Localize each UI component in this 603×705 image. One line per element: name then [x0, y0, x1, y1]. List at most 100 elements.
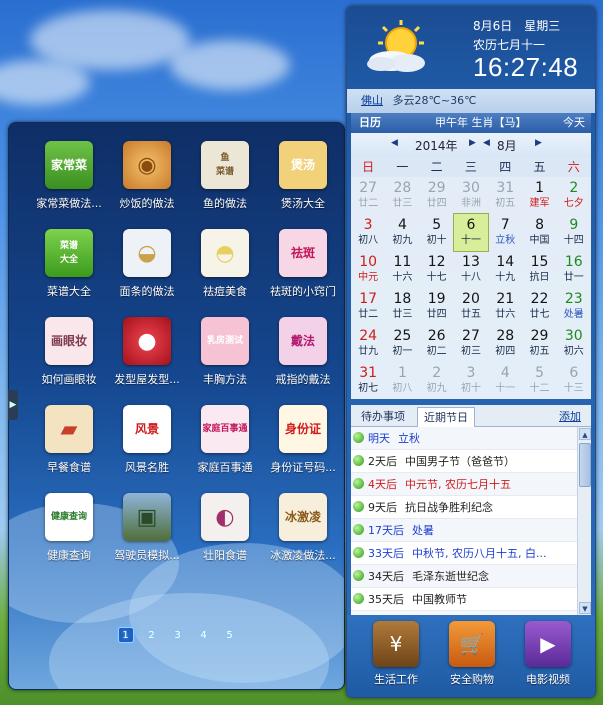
- calendar-day[interactable]: 20 廿五: [454, 288, 488, 325]
- calendar-day[interactable]: 1 初八: [385, 362, 419, 399]
- app-id-card[interactable]: 身份证 身份证号码...: [261, 405, 344, 485]
- fried-rice-icon: ◉: [123, 141, 171, 189]
- app-breakfast[interactable]: ▰ 早餐食谱: [27, 405, 111, 485]
- calendar-day[interactable]: 29 廿四: [420, 177, 454, 214]
- app-label: 壮阳食谱: [203, 549, 247, 562]
- list-item[interactable]: 17天后 处暑: [351, 519, 577, 542]
- app-recipe-book[interactable]: 菜谱 大全 菜谱大全: [27, 229, 111, 309]
- calendar-day[interactable]: 5 初十: [420, 214, 454, 251]
- breast-test-icon: 乳房测试: [201, 317, 249, 365]
- calendar-day[interactable]: 1 建军: [522, 177, 556, 214]
- calendar-day[interactable]: 28 廿三: [385, 177, 419, 214]
- calendar-day[interactable]: 13 十八: [454, 251, 488, 288]
- calendar-day[interactable]: 3 初十: [454, 362, 488, 399]
- prev-year-arrow-icon[interactable]: ◀: [391, 138, 398, 148]
- calendar-day[interactable]: 8 中国: [522, 214, 556, 251]
- calendar-day[interactable]: 14 十九: [488, 251, 522, 288]
- app-ice-cream[interactable]: 冰激凌 冰激凌做法...: [261, 493, 344, 573]
- page-button-5[interactable]: 5: [222, 628, 238, 644]
- calendar-day[interactable]: 3 初八: [351, 214, 385, 251]
- list-item[interactable]: 35天后 中国教师节: [351, 588, 577, 611]
- calendar-day[interactable]: 27 廿二: [351, 177, 385, 214]
- calendar-day[interactable]: 30 非洲: [454, 177, 488, 214]
- list-item[interactable]: 34天后 毛泽东逝世纪念: [351, 565, 577, 588]
- scroll-down-arrow-icon[interactable]: ▼: [579, 602, 591, 614]
- calendar-day[interactable]: 28 初四: [488, 325, 522, 362]
- app-driver-sim[interactable]: ▣ 驾驶员模拟...: [105, 493, 189, 573]
- calendar-day[interactable]: 31 初七: [351, 362, 385, 399]
- lunar-day: 抗日: [529, 272, 550, 283]
- calendar-day[interactable]: 11 十六: [385, 251, 419, 288]
- list-item[interactable]: 2天后 中国男子节（爸爸节）: [351, 450, 577, 473]
- tab-upcoming-festivals[interactable]: 近期节日: [417, 407, 475, 427]
- calendar-day[interactable]: 4 初九: [385, 214, 419, 251]
- app-ring[interactable]: 戴法 戒指的戴法: [261, 317, 344, 397]
- add-link[interactable]: 添加: [559, 408, 581, 424]
- app-eye-makeup[interactable]: 画眼妆 如何画眼妆: [27, 317, 111, 397]
- dock-shopping-cart[interactable]: 🛒 安全购物: [437, 621, 507, 687]
- calendar-day[interactable]: 24 廿九: [351, 325, 385, 362]
- calendar-day[interactable]: 7 立秋: [488, 214, 522, 251]
- app-breast-test[interactable]: 乳房测试 丰胸方法: [183, 317, 267, 397]
- collapse-panel-handle[interactable]: ▶: [8, 390, 18, 420]
- calendar-day[interactable]: 17 廿二: [351, 288, 385, 325]
- calendar-day[interactable]: 4 十一: [488, 362, 522, 399]
- list-scrollbar[interactable]: ▲ ▼: [577, 427, 591, 615]
- page-button-3[interactable]: 3: [170, 628, 186, 644]
- list-item[interactable]: 33天后 中秋节, 农历八月十五, 白...: [351, 542, 577, 565]
- calendar-day[interactable]: 2 初九: [420, 362, 454, 399]
- app-home-cooking[interactable]: 家常菜 家常菜做法...: [27, 141, 111, 221]
- calendar-day[interactable]: 18 廿三: [385, 288, 419, 325]
- calendar-day[interactable]: 25 初一: [385, 325, 419, 362]
- calendar-day[interactable]: 26 初二: [420, 325, 454, 362]
- lunar-day: 立秋: [495, 235, 516, 246]
- app-family-tips[interactable]: 家庭百事通 家庭百事通: [183, 405, 267, 485]
- calendar-day[interactable]: 10 中元: [351, 251, 385, 288]
- page-button-4[interactable]: 4: [196, 628, 212, 644]
- lunar-day: 中国: [529, 235, 550, 246]
- calendar-day[interactable]: 27 初三: [454, 325, 488, 362]
- calendar-day[interactable]: 16 廿一: [557, 251, 591, 288]
- dock-film-play[interactable]: ▶ 电影视频: [513, 621, 583, 687]
- today-button[interactable]: 今天: [563, 113, 585, 133]
- page-button-2[interactable]: 2: [144, 628, 160, 644]
- calendar-day[interactable]: 19 廿四: [420, 288, 454, 325]
- app-icon-text: 健康查询: [50, 512, 87, 522]
- app-fried-rice[interactable]: ◉ 炒饭的做法: [105, 141, 189, 221]
- app-scenery[interactable]: 风景 风景名胜: [105, 405, 189, 485]
- calendar-day[interactable]: 31 初五: [488, 177, 522, 214]
- next-year-arrow-icon[interactable]: ▶: [469, 138, 476, 148]
- calendar-day[interactable]: 22 廿七: [522, 288, 556, 325]
- scroll-thumb[interactable]: [579, 443, 591, 487]
- next-month-arrow-icon[interactable]: ▶: [535, 138, 542, 148]
- calendar-day[interactable]: 5 十二: [522, 362, 556, 399]
- calendar-day[interactable]: 15 抗日: [522, 251, 556, 288]
- app-health-query[interactable]: 健康查询 健康查询: [27, 493, 111, 573]
- scroll-up-arrow-icon[interactable]: ▲: [579, 428, 591, 440]
- list-item[interactable]: 9天后 抗日战争胜利纪念: [351, 496, 577, 519]
- city-link[interactable]: 佛山: [361, 94, 383, 107]
- calendar-day[interactable]: 23 处暑: [557, 288, 591, 325]
- list-item[interactable]: 4天后 中元节, 农历七月十五: [351, 473, 577, 496]
- calendar-day[interactable]: 2 七夕: [557, 177, 591, 214]
- app-noodles[interactable]: ◒ 面条的做法: [105, 229, 189, 309]
- app-onion[interactable]: ◐ 壮阳食谱: [183, 493, 267, 573]
- calendar-day[interactable]: 9 十四: [557, 214, 591, 251]
- dock-wallet[interactable]: ¥ 生活工作: [361, 621, 431, 687]
- app-freckle-tips[interactable]: 祛斑 祛斑的小窍门: [261, 229, 344, 309]
- calendar-day[interactable]: 29 初五: [522, 325, 556, 362]
- app-acne-food[interactable]: ◓ 祛痘美食: [183, 229, 267, 309]
- prev-month-arrow-icon[interactable]: ◀: [483, 138, 490, 148]
- calendar-day[interactable]: 12 十七: [420, 251, 454, 288]
- app-soup[interactable]: 煲汤 煲汤大全: [261, 141, 344, 221]
- day-number: 1: [535, 180, 544, 196]
- calendar-day[interactable]: 30 初六: [557, 325, 591, 362]
- tab-todo[interactable]: 待办事项: [355, 407, 411, 427]
- calendar-day[interactable]: 6 十三: [557, 362, 591, 399]
- list-item[interactable]: 明天 立秋: [351, 427, 577, 450]
- app-hairstyle[interactable]: ● 发型屋发型...: [105, 317, 189, 397]
- page-button-1[interactable]: 1: [117, 627, 134, 643]
- calendar-day-today[interactable]: 6 十一: [452, 213, 490, 252]
- app-fish-recipe[interactable]: 鱼 菜谱 鱼的做法: [183, 141, 267, 221]
- calendar-day[interactable]: 21 廿六: [488, 288, 522, 325]
